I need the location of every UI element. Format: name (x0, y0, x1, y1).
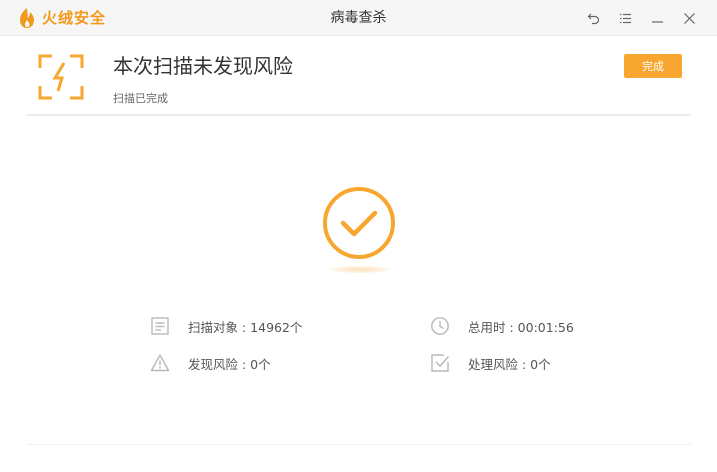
brand-logo: 火绒安全 (18, 7, 106, 29)
found-risk-label: 发现风险 : 0个 (188, 356, 271, 372)
back-arrow-icon (587, 13, 599, 24)
menu-icon (619, 13, 631, 23)
result-subtitle: 扫描已完成 (113, 92, 168, 105)
handled-risk-label: 处理风险 : 0个 (468, 356, 551, 372)
result-header: 本次扫描未发现风险 扫描已完成 完成 (27, 36, 691, 116)
window-controls (577, 0, 705, 36)
close-icon (683, 12, 695, 24)
title-bar: 火绒安全 病毒查杀 (0, 0, 717, 36)
stat-scanned: 扫描对象 : 14962个 (150, 315, 302, 337)
minimize-icon (651, 20, 663, 23)
brand-name: 火绒安全 (42, 9, 107, 27)
footer-divider (27, 444, 691, 445)
checkbox-icon (431, 354, 450, 372)
minimize-button[interactable] (641, 0, 673, 36)
close-button[interactable] (673, 0, 705, 36)
warning-icon (150, 354, 170, 372)
check-circle-icon (323, 187, 395, 259)
done-button[interactable]: 完成 (624, 54, 682, 78)
scan-bolt-icon (38, 54, 84, 100)
scanned-count-label: 扫描对象 : 14962个 (188, 319, 303, 335)
stat-handled-risk: 处理风险 : 0个 (430, 352, 551, 374)
stat-found-risk: 发现风险 : 0个 (150, 352, 271, 374)
clock-icon (431, 317, 449, 335)
stat-total-time: 总用时 : 00:01:56 (430, 315, 574, 337)
result-title: 本次扫描未发现风险 (113, 54, 293, 78)
menu-button[interactable] (609, 0, 641, 36)
back-button[interactable] (577, 0, 609, 36)
total-time-label: 总用时 : 00:01:56 (468, 319, 574, 335)
document-icon (151, 317, 169, 335)
check-shadow (330, 266, 390, 273)
flame-shield-icon (20, 8, 34, 28)
